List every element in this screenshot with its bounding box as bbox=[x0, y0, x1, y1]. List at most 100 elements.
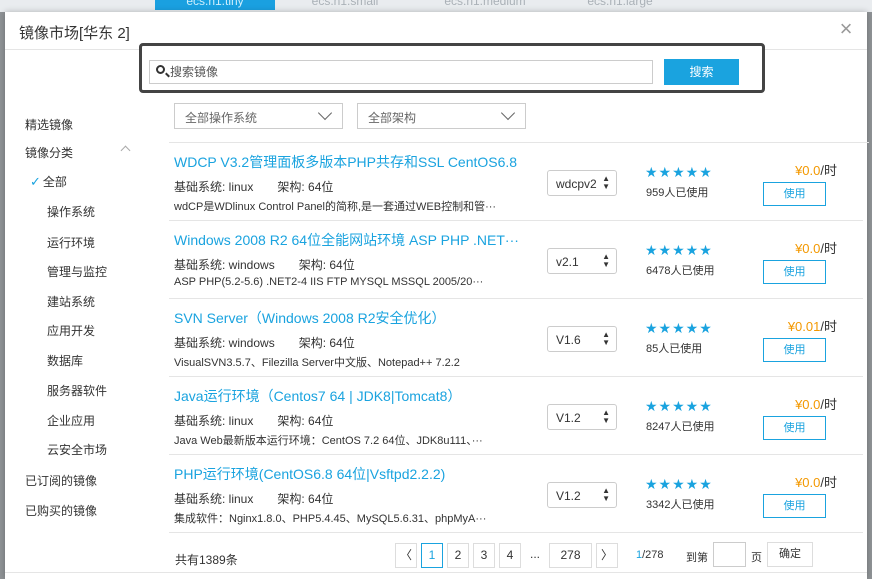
sidebar-item-purchased[interactable]: 已购买的镜像 bbox=[25, 502, 97, 519]
arch-filter-select[interactable]: 全部架构 bbox=[357, 103, 526, 129]
price-unit: /时 bbox=[820, 163, 837, 178]
image-title-link[interactable]: Windows 2008 R2 64位全能网站环境 ASP PHP .NET··… bbox=[174, 230, 519, 250]
page-button-last[interactable]: 278 bbox=[549, 543, 592, 568]
total-count: 共有1389条 bbox=[175, 553, 238, 567]
updown-arrow-icon: ▲ ▼ bbox=[602, 174, 610, 191]
sidebar-item-enterprise[interactable]: 企业应用 bbox=[47, 412, 95, 429]
chevron-up-icon[interactable] bbox=[120, 145, 131, 156]
os-filter-select[interactable]: 全部操作系统 bbox=[174, 103, 343, 129]
version-select[interactable]: V1.2 ▲ ▼ bbox=[547, 482, 617, 508]
arch-value: 64位 bbox=[308, 414, 334, 428]
os-filter-label: 全部操作系统 bbox=[185, 111, 258, 125]
updown-arrow-icon: ▲ ▼ bbox=[602, 252, 610, 269]
price-value: ¥0.0 bbox=[795, 397, 821, 412]
sidebar-item-os[interactable]: 操作系统 bbox=[47, 203, 95, 220]
sidebar-item-featured[interactable]: 精选镜像 bbox=[25, 116, 73, 133]
goto-page-input[interactable] bbox=[713, 542, 746, 567]
search-input[interactable] bbox=[170, 61, 640, 83]
sidebar-item-app-dev[interactable]: 应用开发 bbox=[47, 322, 95, 339]
base-label: 基础系统: bbox=[174, 492, 229, 506]
image-title-link[interactable]: PHP运行环境(CentOS6.8 64位|Vsftpd2.2.2) bbox=[174, 464, 445, 484]
image-meta: 基础系统: windows 架构: 64位 bbox=[174, 334, 355, 351]
image-meta: 基础系统: linux 架构: 64位 bbox=[174, 412, 333, 429]
price: ¥0.0/时 bbox=[795, 238, 837, 257]
sidebar-item-database[interactable]: 数据库 bbox=[47, 352, 83, 369]
page-unit-label: 页 bbox=[751, 552, 762, 564]
page-button-4[interactable]: 4 bbox=[499, 543, 521, 568]
close-icon[interactable]: × bbox=[835, 18, 857, 40]
goto-label: 到第 bbox=[686, 552, 708, 564]
prev-page-button[interactable]: 〈 bbox=[395, 543, 417, 568]
sidebar-item-subscribed[interactable]: 已订阅的镜像 bbox=[25, 472, 97, 489]
confirm-goto-button[interactable]: 确定 bbox=[767, 542, 813, 567]
sidebar-item-monitoring[interactable]: 管理与监控 bbox=[47, 263, 107, 280]
price-value: ¥0.0 bbox=[795, 475, 821, 490]
base-label: 基础系统: bbox=[174, 336, 229, 350]
version-select[interactable]: V1.2 ▲ ▼ bbox=[547, 404, 617, 430]
arch-label: 架构: bbox=[298, 336, 330, 350]
version-select[interactable]: v2.1 ▲ ▼ bbox=[547, 248, 617, 274]
image-title-link[interactable]: SVN Server（Windows 2008 R2安全优化） bbox=[174, 308, 446, 328]
arch-value: 64位 bbox=[329, 258, 355, 272]
dialog-title: 镜像市场[华东 2] bbox=[19, 25, 130, 42]
image-title-link[interactable]: WDCP V3.2管理面板多版本PHP共存和SSL CentOS6.8 bbox=[174, 152, 517, 172]
price-unit: /时 bbox=[820, 319, 837, 334]
rating-stars: ★★★★★ bbox=[645, 476, 713, 492]
version-select[interactable]: V1.6 ▲ ▼ bbox=[547, 326, 617, 352]
background-tab: ecs.n1.tiny bbox=[155, 0, 275, 10]
arch-label: 架构: bbox=[277, 414, 309, 428]
arch-value: 64位 bbox=[308, 180, 334, 194]
sidebar-item-category[interactable]: 镜像分类 bbox=[25, 144, 73, 161]
next-page-button[interactable]: 〉 bbox=[596, 543, 618, 568]
base-label: 基础系统: bbox=[174, 180, 229, 194]
arch-label: 架构: bbox=[298, 258, 330, 272]
updown-arrow-icon: ▲ ▼ bbox=[602, 330, 610, 347]
sidebar-item-runtime[interactable]: 运行环境 bbox=[47, 234, 95, 251]
page-ellipsis: ... bbox=[529, 547, 540, 561]
version-value: V1.6 bbox=[556, 333, 581, 347]
image-title-link[interactable]: Java运行环境（Centos7 64 | JDK8|Tomcat8） bbox=[174, 386, 461, 406]
arch-value: 64位 bbox=[329, 336, 355, 350]
version-value: V1.2 bbox=[556, 489, 581, 503]
search-field[interactable] bbox=[149, 60, 653, 84]
image-meta: 基础系统: linux 架构: 64位 bbox=[174, 490, 333, 507]
background-tab-strip: ecs.n1.tiny ecs.n1.small ecs.n1.medium e… bbox=[0, 0, 872, 12]
price-unit: /时 bbox=[820, 241, 837, 256]
image-description: ASP PHP(5.2-5.6) .NET2-4 IIS FTP MYSQL M… bbox=[174, 276, 484, 288]
image-description: Java Web最新版本运行环境：CentOS 7.2 64位、JDK8u111… bbox=[174, 435, 483, 447]
image-description: wdCP是WDlinux Control Panel的简称,是一套通过WEB控制… bbox=[174, 201, 497, 213]
image-list-item: PHP运行环境(CentOS6.8 64位|Vsftpd2.2.2) 基础系统:… bbox=[169, 455, 863, 533]
price: ¥0.01/时 bbox=[788, 316, 837, 335]
page-button-3[interactable]: 3 bbox=[473, 543, 495, 568]
use-button[interactable]: 使用 bbox=[763, 338, 826, 362]
image-meta: 基础系统: windows 架构: 64位 bbox=[174, 256, 355, 273]
use-button[interactable]: 使用 bbox=[763, 260, 826, 284]
chevron-down-icon bbox=[500, 105, 516, 121]
usage-count: 959人已使用 bbox=[646, 187, 709, 199]
search-icon bbox=[156, 65, 165, 74]
arch-label: 架构: bbox=[277, 492, 309, 506]
sidebar-item-cloud-security[interactable]: 云安全市场 bbox=[47, 441, 107, 458]
base-label: 基础系统: bbox=[174, 414, 229, 428]
price: ¥0.0/时 bbox=[795, 160, 837, 179]
version-value: wdcpv2 bbox=[556, 177, 597, 191]
price-unit: /时 bbox=[820, 397, 837, 412]
image-list-item: WDCP V3.2管理面板多版本PHP共存和SSL CentOS6.8 基础系统… bbox=[169, 143, 863, 221]
version-select[interactable]: wdcpv2 ▲ ▼ bbox=[547, 170, 617, 196]
page-button-1[interactable]: 1 bbox=[421, 543, 443, 568]
price-value: ¥0.0 bbox=[795, 163, 821, 178]
search-button[interactable]: 搜索 bbox=[664, 59, 739, 85]
use-button[interactable]: 使用 bbox=[763, 416, 826, 440]
page-indicator: 1/278 bbox=[636, 549, 664, 561]
background-tab: ecs.n1.small bbox=[311, 0, 379, 8]
sidebar-item-site-builder[interactable]: 建站系统 bbox=[47, 293, 95, 310]
rating-stars: ★★★★★ bbox=[645, 398, 713, 414]
rating-stars: ★★★★★ bbox=[645, 164, 713, 180]
search-bar: 搜索 bbox=[139, 43, 765, 93]
usage-count: 85人已使用 bbox=[646, 343, 703, 355]
sidebar-item-server-software[interactable]: 服务器软件 bbox=[47, 382, 107, 399]
use-button[interactable]: 使用 bbox=[763, 494, 826, 518]
use-button[interactable]: 使用 bbox=[763, 182, 826, 206]
page-button-2[interactable]: 2 bbox=[447, 543, 469, 568]
sidebar-item-all[interactable]: ✓ 全部 bbox=[30, 173, 67, 190]
